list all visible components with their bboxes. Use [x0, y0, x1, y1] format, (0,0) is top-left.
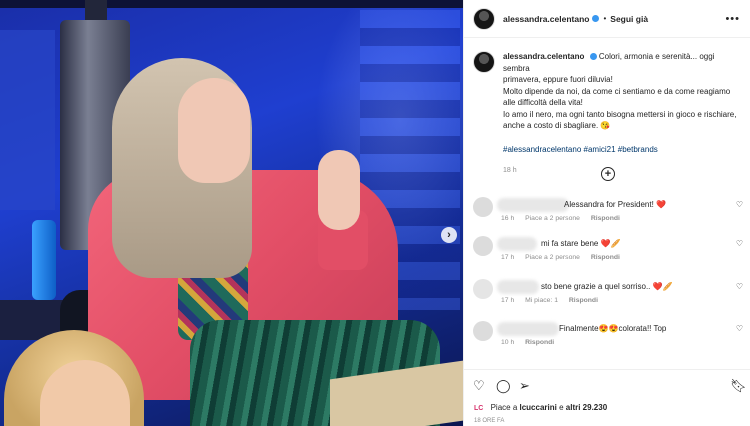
comment-like-heart-icon[interactable]: ♡ [736, 239, 743, 248]
chevron-right-icon: › [447, 229, 451, 241]
comment-like-heart-icon[interactable]: ♡ [736, 282, 743, 291]
post-sidebar: alessandra.celentano • Segui già ••• ale… [463, 0, 750, 426]
comment-time: 17 h [501, 254, 515, 261]
comment-time: 10 h [501, 339, 515, 346]
avatar[interactable] [473, 279, 493, 299]
following-button[interactable]: Segui già [610, 14, 648, 24]
header-username[interactable]: alessandra.celentano [503, 14, 589, 24]
post-caption: alessandra.celentano Colori, armonia e s… [464, 39, 750, 177]
caption-body: alessandra.celentano Colori, armonia e s… [503, 51, 741, 177]
avatar[interactable] [473, 321, 493, 341]
heart-icon[interactable]: ♡ [473, 378, 485, 394]
ceiling-light [0, 0, 463, 8]
comment-meta: 16 h Piace a 2 persone Rispondi [501, 215, 629, 222]
post-header: alessandra.celentano • Segui già ••• [464, 0, 750, 38]
likes-prefix: Piace a [490, 403, 518, 412]
comment-likes[interactable]: Piace a 2 persone [525, 215, 580, 222]
liker-avatar-badge: LC [474, 405, 484, 412]
reply-button[interactable]: Rispondi [591, 215, 620, 222]
send-icon[interactable]: ➢ [519, 378, 530, 394]
comment-text: mi fa stare bene ❤️🥖 [541, 239, 621, 248]
blurred-username [497, 198, 569, 212]
blurred-username [497, 280, 539, 294]
avatar[interactable] [473, 7, 495, 30]
caption-username[interactable]: alessandra.celentano [503, 52, 584, 61]
verified-badge-icon [589, 53, 597, 61]
comment-meta: 17 h Piace a 2 persone Rispondi [501, 254, 629, 261]
post-photo[interactable]: › [0, 0, 463, 426]
avatar[interactable] [473, 236, 493, 256]
avatar[interactable] [473, 51, 495, 73]
caption-line: alle difficoltà della vita! [503, 98, 583, 107]
bookmark-icon[interactable]: 🔖︎ [730, 378, 747, 394]
hashtags[interactable]: #alessandracelentano #amici21 #betbrands [503, 144, 741, 156]
reply-button[interactable]: Rispondi [569, 297, 598, 304]
likes-summary[interactable]: LC Piace a lcuccarini e altri 29.230 [474, 403, 607, 412]
comment-meta: 10 h Rispondi [501, 339, 563, 346]
comment-time: 16 h [501, 215, 515, 222]
plus-icon: + [604, 167, 612, 180]
caption-line: primavera, eppure fuori diluvia! [503, 75, 613, 84]
caption-line: Io amo il nero, ma ogni tanto bisogna me… [503, 109, 737, 119]
caption-line: alessandra.celentano Colori, armonia e s… [503, 51, 741, 74]
comment-text: sto bene grazie a quel sorriso.. ❤️🥖 [541, 282, 673, 291]
caption-time: 18 h [503, 167, 517, 174]
caption-line: anche a costo di sbagliare. 😘 [503, 121, 611, 130]
face [178, 78, 250, 183]
blurred-username [497, 322, 559, 336]
avatar[interactable] [473, 197, 493, 217]
comment-likes[interactable]: Piace a 2 persone [525, 254, 580, 261]
water-bottle [32, 220, 56, 300]
caption-line: Molto dipende da noi, da come ci sentiam… [503, 86, 731, 96]
likes-others[interactable]: altri 29.230 [566, 403, 607, 412]
comment-like-heart-icon[interactable]: ♡ [736, 324, 743, 333]
verified-badge-icon [592, 15, 600, 22]
blurred-username [497, 237, 537, 251]
comment-like-heart-icon[interactable]: ♡ [736, 200, 743, 209]
post-actions-bar: ♡ ◯ ➢ 🔖︎ LC Piace a lcuccarini e altri 2… [464, 369, 750, 426]
reply-button[interactable]: Rispondi [525, 339, 554, 346]
comments-scroll-area[interactable]: alessandra.celentano Colori, armonia e s… [464, 39, 750, 369]
liker-username[interactable]: lcuccarini [520, 403, 557, 412]
comment-text: Finalmente😍😍colorata!! Top [559, 324, 667, 333]
comment-time: 17 h [501, 297, 515, 304]
comment-meta: 17 h Mi piace: 1 Rispondi [501, 297, 607, 304]
next-photo-button[interactable]: › [441, 227, 457, 243]
background-panel [0, 30, 55, 210]
comment-likes[interactable]: Mi piace: 1 [525, 297, 558, 304]
load-more-comments-button[interactable]: + [601, 167, 615, 181]
separator-dot: • [603, 14, 607, 23]
likes-connector: e [559, 403, 564, 412]
comment-icon[interactable]: ◯ [496, 378, 511, 394]
more-options-icon[interactable]: ••• [725, 13, 740, 25]
post-date: 18 ORE FA [474, 418, 505, 424]
reply-button[interactable]: Rispondi [591, 254, 620, 261]
raised-hand [318, 150, 360, 230]
comment-text: Alessandra for President! ❤️ [564, 200, 667, 209]
